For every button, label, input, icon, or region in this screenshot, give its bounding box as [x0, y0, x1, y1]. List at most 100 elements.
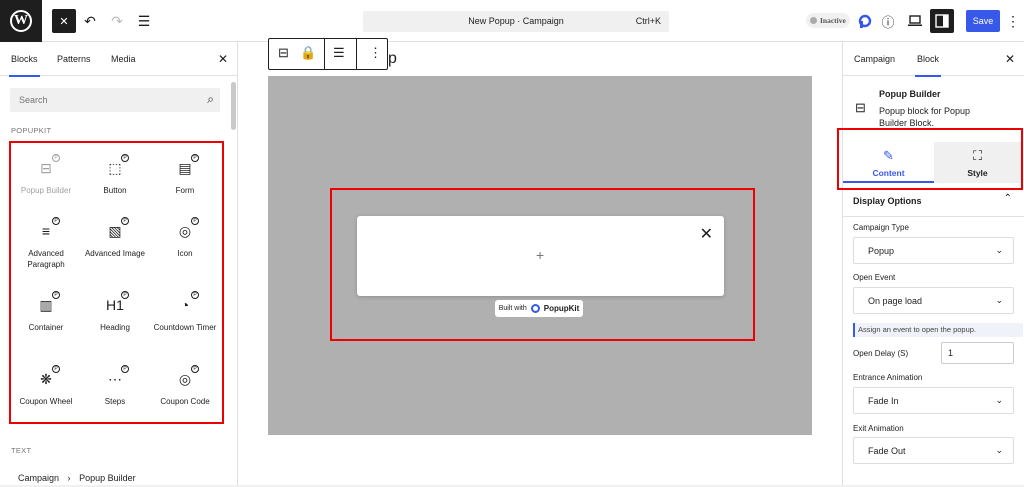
- style-tab-label: Style: [967, 168, 988, 178]
- more-options-icon[interactable]: ⋮: [369, 45, 382, 61]
- popupkit-badge-icon: P: [121, 154, 129, 162]
- tab-patterns[interactable]: Patterns: [57, 54, 91, 64]
- redo-button[interactable]: ↷: [105, 9, 129, 33]
- tab-block[interactable]: Block: [914, 54, 942, 77]
- tab-blocks[interactable]: Blocks: [9, 54, 40, 77]
- popup-builder-block-icon[interactable]: ⊟: [278, 45, 289, 61]
- block-item[interactable]: ⋯ P Steps: [80, 365, 150, 407]
- tab-campaign[interactable]: Campaign: [854, 54, 895, 64]
- category-heading-text: TEXT: [11, 446, 32, 455]
- block-item[interactable]: ▥ P Container: [11, 291, 81, 333]
- brand-name: PopupKit: [543, 304, 580, 313]
- popup-close-icon[interactable]: ✕: [700, 224, 713, 244]
- status-badge[interactable]: Inactive: [806, 13, 850, 28]
- breadcrumb: Campaign › Popup Builder: [18, 473, 136, 483]
- coupon-code-icon: ◎ P: [173, 365, 199, 390]
- settings-toggle-button[interactable]: [930, 9, 954, 33]
- top-toolbar: W ✕ ↶ ↷ ☰ New Popup · Campaign Ctrl+K In…: [0, 0, 1024, 42]
- preview-button[interactable]: [903, 9, 927, 33]
- chevron-down-icon: ⌄: [995, 395, 1003, 405]
- block-toolbar: ⊟ 🔒 ☰ ⋮: [268, 38, 388, 70]
- open-event-label: Open Event: [853, 273, 896, 282]
- block-label: Button: [103, 186, 127, 195]
- popup-builder-icon: ⊟ P: [34, 154, 60, 179]
- lock-icon[interactable]: 🔒: [300, 45, 316, 61]
- document-overview-button[interactable]: ☰: [132, 9, 156, 33]
- open-event-help: Assign an event to open the popup.: [853, 323, 1023, 337]
- breadcrumb-campaign[interactable]: Campaign: [18, 473, 59, 483]
- redo-icon: ↷: [111, 12, 123, 29]
- settings-sidebar: Campaign Block ✕ ⊟ Popup Builder Popup b…: [842, 42, 1024, 487]
- exit-animation-label: Exit Animation: [853, 424, 904, 433]
- advanced-paragraph-icon: ≡ P: [34, 217, 60, 242]
- close-inserter-button[interactable]: ✕: [52, 9, 76, 33]
- chevron-down-icon: ⌄: [995, 245, 1003, 255]
- block-item[interactable]: ▤ P Form: [150, 154, 220, 196]
- tab-style[interactable]: ⛶ Style: [934, 142, 1021, 183]
- block-search-input[interactable]: Search ⌕: [10, 88, 220, 112]
- block-item[interactable]: ◎ P Coupon Code: [150, 365, 220, 407]
- form-icon: ▤ P: [173, 154, 199, 179]
- save-button[interactable]: Save: [966, 10, 1000, 32]
- popupkit-icon: [858, 14, 872, 28]
- built-with-badge: Built with PopupKit: [495, 300, 583, 317]
- info-icon: ⓘ: [881, 14, 895, 30]
- wordpress-logo-button[interactable]: W: [0, 0, 42, 42]
- tab-content[interactable]: ✎ Content: [843, 142, 934, 183]
- command-palette-button[interactable]: New Popup · Campaign Ctrl+K: [363, 11, 669, 32]
- tab-media[interactable]: Media: [111, 54, 136, 64]
- options-menu-button[interactable]: ⋮: [1005, 9, 1021, 33]
- block-item[interactable]: ⊟ P Popup Builder: [11, 154, 81, 196]
- popupkit-badge-icon: P: [121, 291, 129, 299]
- block-label: Container: [28, 323, 64, 332]
- popup-preview-box[interactable]: ✕ +: [357, 216, 724, 296]
- popup-builder-icon: ⊟: [855, 100, 866, 115]
- content-tab-label: Content: [872, 168, 905, 178]
- info-button[interactable]: ⓘ: [876, 9, 900, 33]
- campaign-type-select[interactable]: Popup ⌄: [853, 237, 1014, 264]
- block-item[interactable]: ⬚ P Button: [80, 154, 150, 196]
- block-glyph: ▥: [39, 297, 53, 313]
- popupkit-logo-icon: [530, 304, 540, 313]
- inserter-tabs: Blocks Patterns Media ✕: [0, 42, 238, 77]
- display-options-header[interactable]: Display Options ⌃: [843, 190, 1024, 217]
- breadcrumb-popup-builder[interactable]: Popup Builder: [79, 473, 136, 483]
- open-event-value: On page load: [868, 296, 923, 306]
- block-item[interactable]: ◎ P Icon: [150, 217, 220, 259]
- coupon-wheel-icon: ❋ P: [34, 365, 60, 390]
- undo-button[interactable]: ↶: [78, 9, 102, 33]
- pencil-icon: ✎: [883, 148, 894, 163]
- campaign-type-value: Popup: [868, 246, 895, 256]
- settings-tabs: Campaign Block ✕: [843, 42, 1024, 77]
- page-title-partial: p: [388, 50, 397, 67]
- add-block-icon[interactable]: +: [536, 247, 544, 263]
- close-inserter-icon[interactable]: ✕: [218, 52, 228, 66]
- block-label: Steps: [104, 397, 126, 406]
- open-delay-label: Open Delay (S): [853, 349, 909, 358]
- block-item[interactable]: ◔ P Countdown Timer: [150, 291, 220, 333]
- close-settings-icon[interactable]: ✕: [1005, 52, 1015, 66]
- block-item[interactable]: ❋ P Coupon Wheel: [11, 365, 81, 407]
- desktop-icon: [908, 15, 922, 26]
- toolbar-divider: [356, 39, 357, 69]
- block-label: Heading: [100, 323, 130, 332]
- block-label: Countdown Timer: [153, 323, 217, 332]
- campaign-type-label: Campaign Type: [853, 223, 909, 232]
- wordpress-icon: W: [10, 10, 32, 32]
- container-icon: ▥ P: [34, 291, 60, 316]
- block-glyph: ❋: [40, 371, 52, 387]
- popupkit-button[interactable]: [853, 9, 877, 33]
- scrollbar-thumb[interactable]: [231, 82, 236, 130]
- block-item[interactable]: H1 P Heading: [80, 291, 150, 333]
- entrance-animation-select[interactable]: Fade In ⌄: [853, 387, 1014, 414]
- document-title: New Popup · Campaign: [468, 16, 564, 26]
- block-label: Form: [175, 186, 195, 195]
- open-event-select[interactable]: On page load ⌄: [853, 287, 1014, 314]
- block-item[interactable]: ≡ P Advanced Paragraph: [11, 217, 81, 270]
- open-delay-input[interactable]: 1: [941, 342, 1014, 364]
- align-icon[interactable]: ☰: [333, 45, 345, 61]
- exit-animation-select[interactable]: Fade Out ⌄: [853, 437, 1014, 464]
- popupkit-badge-icon: P: [121, 217, 129, 225]
- block-item[interactable]: ▧ P Advanced Image: [80, 217, 150, 259]
- block-glyph: ≡: [41, 223, 51, 239]
